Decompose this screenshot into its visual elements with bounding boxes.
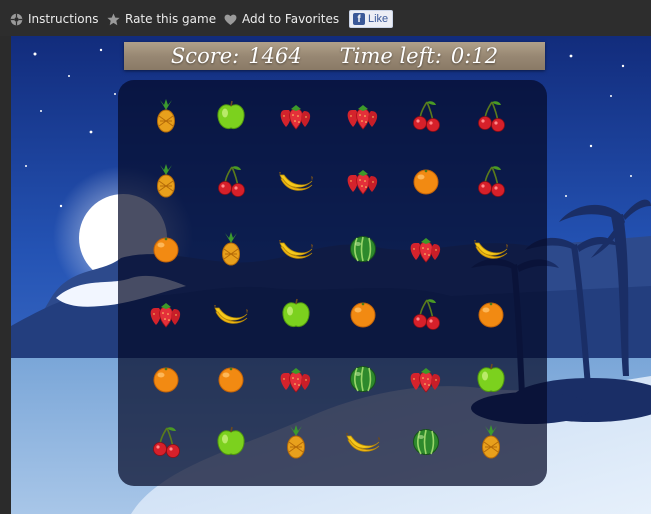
fruit-tile-watermelon[interactable] (331, 347, 395, 411)
banana-icon (213, 300, 249, 328)
strawberry-icon (408, 235, 444, 263)
fruit-tile-banana[interactable] (459, 217, 523, 281)
fruit-tile-orange[interactable] (394, 149, 458, 213)
facebook-icon: f (353, 13, 365, 25)
facebook-like-label: Like (368, 13, 389, 25)
fruit-tile-watermelon[interactable] (331, 217, 395, 281)
apple-icon (280, 298, 312, 330)
orange-icon (411, 166, 441, 196)
fruit-tile-cherry[interactable] (199, 149, 263, 213)
fruit-tile-watermelon[interactable] (394, 410, 458, 474)
fruit-tile-orange[interactable] (134, 217, 198, 281)
fruit-tile-strawberry[interactable] (331, 149, 395, 213)
strawberry-icon (345, 102, 381, 130)
heart-icon (224, 14, 237, 25)
site-toolbar: Instructions Rate this game Add to Favor… (0, 0, 651, 36)
fruit-tile-banana[interactable] (199, 282, 263, 346)
fruit-tile-apple[interactable] (199, 84, 263, 148)
fruit-tile-strawberry[interactable] (264, 347, 328, 411)
orange-icon (151, 364, 181, 394)
apple-icon (215, 100, 247, 132)
fruit-tile-strawberry[interactable] (394, 347, 458, 411)
banana-icon (345, 428, 381, 456)
pineapple-icon (476, 425, 506, 459)
banana-icon (278, 167, 314, 195)
fruit-tile-pineapple[interactable] (134, 84, 198, 148)
fruit-tile-banana[interactable] (331, 410, 395, 474)
time-left-value: 0:12 (450, 44, 499, 68)
fruit-tile-orange[interactable] (134, 347, 198, 411)
banana-icon (278, 235, 314, 263)
watermelon-icon (348, 364, 378, 394)
instructions-link[interactable]: Instructions (10, 11, 98, 27)
banana-icon (473, 235, 509, 263)
score-label: Score: (170, 44, 240, 68)
instructions-label: Instructions (28, 12, 99, 26)
add-favorites-link[interactable]: Add to Favorites (224, 11, 339, 27)
pineapple-icon (216, 232, 246, 266)
fruit-tile-cherry[interactable] (459, 149, 523, 213)
orange-icon (348, 299, 378, 329)
add-favorites-label: Add to Favorites (242, 12, 340, 26)
fruit-tile-cherry[interactable] (394, 282, 458, 346)
rate-game-link[interactable]: Rate this game (107, 11, 216, 27)
fruit-tile-strawberry[interactable] (134, 282, 198, 346)
fruit-tile-pineapple[interactable] (134, 149, 198, 213)
strawberry-icon (408, 365, 444, 393)
cherry-icon (411, 100, 441, 132)
fruit-tile-apple[interactable] (199, 410, 263, 474)
pineapple-icon (151, 164, 181, 198)
fruit-tile-orange[interactable] (459, 282, 523, 346)
orange-icon (151, 234, 181, 264)
fruit-tile-cherry[interactable] (394, 84, 458, 148)
star-icon (107, 13, 120, 25)
fruit-tile-strawberry[interactable] (331, 84, 395, 148)
score-value: 1464 (248, 44, 302, 68)
fruit-tile-cherry[interactable] (459, 84, 523, 148)
fruit-tile-strawberry[interactable] (264, 84, 328, 148)
game-area[interactable]: Score: 1464 Time left: 0:12 (11, 36, 651, 514)
strawberry-icon (345, 167, 381, 195)
watermelon-icon (348, 234, 378, 264)
score-time-board: Score: 1464 Time left: 0:12 (124, 42, 545, 70)
cherry-icon (151, 426, 181, 458)
cherry-icon (476, 165, 506, 197)
time-left-label: Time left: (339, 44, 442, 68)
pineapple-icon (281, 425, 311, 459)
fruit-tile-strawberry[interactable] (394, 217, 458, 281)
cherry-icon (216, 165, 246, 197)
fruit-tile-pineapple[interactable] (199, 217, 263, 281)
fruit-tile-banana[interactable] (264, 217, 328, 281)
fruit-tile-apple[interactable] (264, 282, 328, 346)
orange-icon (476, 299, 506, 329)
watermelon-icon (411, 427, 441, 457)
strawberry-icon (278, 102, 314, 130)
strawberry-icon (278, 365, 314, 393)
fruit-tile-pineapple[interactable] (459, 410, 523, 474)
fruit-tile-banana[interactable] (264, 149, 328, 213)
pineapple-icon (151, 99, 181, 133)
fruit-tile-orange[interactable] (331, 282, 395, 346)
facebook-like-button[interactable]: f Like (349, 10, 393, 28)
fruit-tile-orange[interactable] (199, 347, 263, 411)
orange-icon (216, 364, 246, 394)
cherry-icon (476, 100, 506, 132)
fruit-grid[interactable] (118, 80, 547, 486)
apple-icon (475, 363, 507, 395)
fruit-tile-apple[interactable] (459, 347, 523, 411)
fruit-tile-pineapple[interactable] (264, 410, 328, 474)
rate-game-label: Rate this game (125, 12, 217, 26)
apple-icon (215, 426, 247, 458)
help-circle-icon (10, 13, 23, 25)
cherry-icon (411, 298, 441, 330)
strawberry-icon (148, 300, 184, 328)
fruit-tile-cherry[interactable] (134, 410, 198, 474)
